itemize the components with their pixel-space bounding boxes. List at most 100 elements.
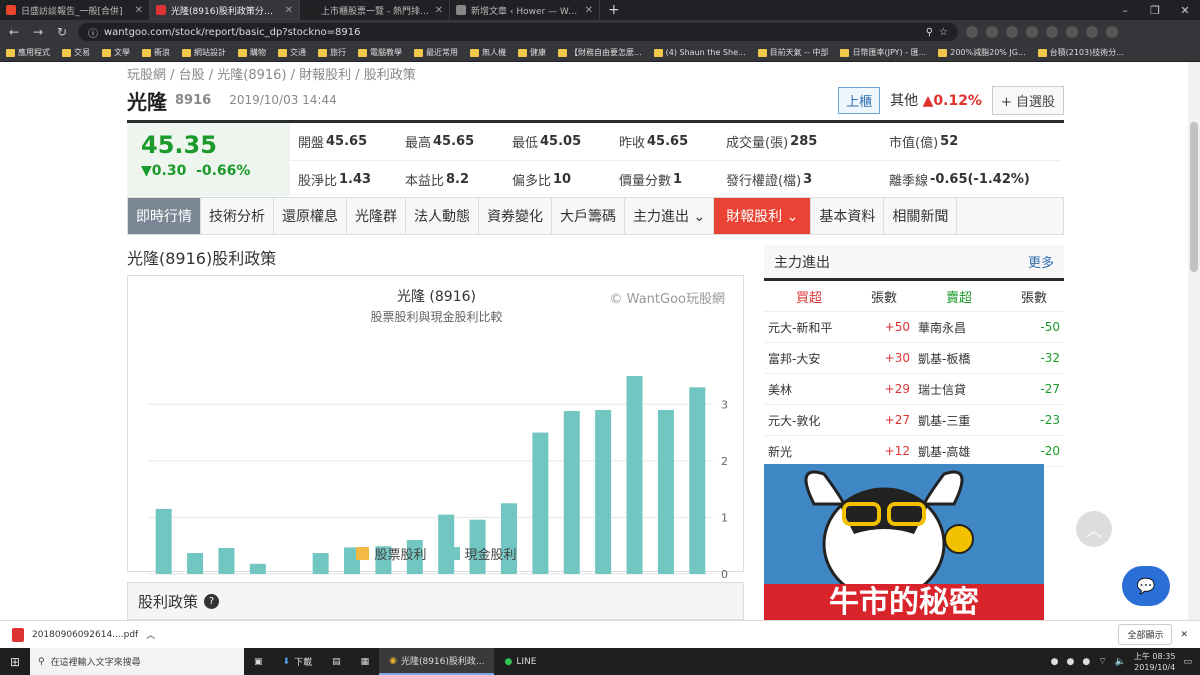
minimize-icon[interactable]: – [1110, 0, 1140, 20]
bookmark-item[interactable]: 最近常用 [414, 47, 458, 58]
bookmark-item[interactable]: 日幣匯率(JPY) - 匯... [840, 47, 926, 58]
zoom-icon[interactable]: ⚲ [926, 27, 933, 38]
clock[interactable]: 上午 08:35 2019/10/4 [1134, 651, 1176, 673]
broker-name[interactable]: 凱基-三重 [914, 405, 1004, 436]
nav-tab[interactable]: 相關新聞 [884, 198, 958, 234]
nav-tab[interactable]: 財報股利 ⌄ [714, 198, 812, 234]
nav-tab[interactable]: 技術分析 [201, 198, 274, 234]
download-file[interactable]: 20180906092614....pdf [32, 630, 138, 640]
nav-tab[interactable]: 還原權息 [274, 198, 347, 234]
forward-icon[interactable]: → [30, 25, 46, 39]
nav-tab[interactable]: 大戶籌碼 [552, 198, 625, 234]
tray-icon[interactable]: ● [1066, 657, 1074, 667]
browser-tab[interactable]: 新增文章 ‹ Hower — WordPress ✕ [450, 0, 600, 20]
profile-icon[interactable] [1086, 26, 1098, 38]
scroll-top-button[interactable]: ︿ [1076, 511, 1112, 547]
nav-tab[interactable]: 主力進出 ⌄ [625, 198, 715, 234]
chevron-up-icon[interactable]: ︿ [146, 628, 155, 641]
taskbar-search[interactable]: ⚲ 在這裡輸入文字來搜尋 [30, 648, 244, 675]
tray-icon[interactable]: ● [1051, 657, 1059, 667]
task-view-icon[interactable]: ▣ [244, 648, 273, 675]
reload-icon[interactable]: ↻ [54, 25, 70, 39]
chat-button[interactable]: 💬 [1122, 566, 1170, 606]
broker-name[interactable]: 美林 [764, 374, 854, 405]
legend-item[interactable]: 股票股利 [356, 544, 427, 563]
bookmark-item[interactable]: 應用程式 [6, 47, 50, 58]
bookmark-item[interactable]: 衝浪 [142, 47, 170, 58]
show-all-button[interactable]: 全部顯示 [1118, 624, 1173, 645]
url-input[interactable]: ⓘ wantgoo.com/stock/report/basic_dp?stoc… [78, 23, 958, 41]
breadcrumb[interactable]: 玩股網 / 台股 / 光隆(8916) / 財報股利 / 股利政策 [127, 64, 416, 83]
extension-icon[interactable] [1006, 26, 1018, 38]
taskbar-line[interactable]: ● LINE [494, 648, 546, 675]
bookmark-item[interactable]: 健康 [518, 47, 546, 58]
tab-close-icon[interactable]: ✕ [285, 5, 293, 16]
bookmark-item[interactable]: 網站設計 [182, 47, 226, 58]
nav-tab[interactable]: 光隆群 [347, 198, 406, 234]
extension-icon[interactable] [986, 26, 998, 38]
bookmark-item[interactable]: (4) Shaun the She... [653, 48, 746, 57]
bookmark-item[interactable]: 交通 [278, 47, 306, 58]
bookmark-item[interactable]: 200%減脂20% JG... [938, 47, 1026, 58]
windows-start-icon[interactable]: ⊞ [0, 655, 30, 669]
browser-tab[interactable]: 日盛訪談報告_一般[合併] ✕ [0, 0, 150, 20]
extension-icon[interactable] [966, 26, 978, 38]
maximize-icon[interactable]: ❐ [1140, 0, 1170, 20]
taskbar-chrome[interactable]: ◉ 光隆(8916)股利政... [379, 648, 495, 675]
sector-change[interactable]: 其他 ▲0.12% [890, 90, 982, 110]
tray-icon[interactable]: ● [1082, 657, 1090, 667]
browser-tab[interactable]: 光隆(8916)股利政策分析 | 台股 | ✕ [150, 0, 300, 20]
star-icon[interactable]: ☆ [939, 27, 948, 38]
app-icon[interactable]: ▦ [351, 648, 380, 675]
taskbar-downloads[interactable]: ⬇ 下載 [273, 648, 323, 675]
add-watchlist-button[interactable]: + 自選股 [991, 85, 1064, 115]
bookmark-item[interactable]: 購物 [238, 47, 266, 58]
browser-tab[interactable]: 上市櫃股票一覽 - 熱門排行 - 台 ✕ [300, 0, 450, 20]
broker-name[interactable]: 凱基-板橋 [914, 343, 1004, 374]
bookmark-item[interactable]: 台積(2103)技術分... [1037, 47, 1124, 58]
menu-icon[interactable] [1106, 26, 1118, 38]
bookmark-item[interactable]: 無人機 [470, 47, 506, 58]
close-download-icon[interactable]: ✕ [1180, 630, 1188, 640]
help-icon[interactable]: ? [204, 593, 220, 609]
bookmark-item[interactable]: 【財務自由要怎麼... [558, 47, 642, 58]
bookmark-item[interactable]: 文學 [102, 47, 130, 58]
broker-name[interactable]: 元大-新和平 [764, 312, 854, 343]
nav-tab[interactable]: 基本資料 [811, 198, 885, 234]
notification-icon[interactable]: ▭ [1183, 657, 1192, 667]
chart-bar[interactable] [249, 563, 266, 574]
app-icon[interactable]: ▤ [322, 648, 351, 675]
network-icon[interactable]: ⌔ [1098, 656, 1106, 667]
tab-close-icon[interactable]: ✕ [135, 5, 143, 16]
volume-icon[interactable]: 🔈 [1115, 657, 1126, 667]
bookmark-item[interactable]: 電腦教學 [358, 47, 402, 58]
broker-name[interactable]: 凱基-高雄 [914, 436, 1004, 467]
broker-name[interactable]: 元大-敦化 [764, 405, 854, 436]
chart-bar[interactable] [500, 503, 517, 574]
broker-name[interactable]: 華南永昌 [914, 312, 1004, 343]
bookmark-item[interactable]: 旅行 [318, 47, 346, 58]
nav-tab[interactable]: 法人動態 [406, 198, 479, 234]
broker-name[interactable]: 富邦-大安 [764, 343, 854, 374]
extension-icon[interactable] [1026, 26, 1038, 38]
scrollbar-thumb[interactable] [1190, 122, 1198, 272]
back-icon[interactable]: ← [6, 25, 22, 39]
broker-name[interactable]: 瑞士信貸 [914, 374, 1004, 405]
tab-close-icon[interactable]: ✕ [435, 5, 443, 16]
close-window-icon[interactable]: ✕ [1170, 0, 1200, 20]
tab-close-icon[interactable]: ✕ [585, 5, 593, 16]
ad-banner[interactable]: 牛市的秘密 [764, 464, 1044, 620]
legend-item[interactable]: 現金股利 [446, 544, 517, 563]
extension-icon[interactable] [1066, 26, 1078, 38]
new-tab-button[interactable]: + [600, 0, 628, 20]
bookmark-item[interactable]: 目前天氣 -- 中部 [757, 47, 828, 58]
nav-tab[interactable]: 即時行情 [128, 198, 201, 234]
chart-bar[interactable] [155, 508, 172, 574]
extension-icon[interactable] [1046, 26, 1058, 38]
scrollbar[interactable] [1188, 62, 1200, 620]
more-link[interactable]: 更多 [1028, 252, 1054, 271]
broker-name[interactable]: 新光 [764, 436, 854, 467]
market-badge[interactable]: 上櫃 [838, 86, 881, 114]
bookmark-item[interactable]: 交易 [62, 47, 90, 58]
nav-tab[interactable]: 資券變化 [479, 198, 552, 234]
